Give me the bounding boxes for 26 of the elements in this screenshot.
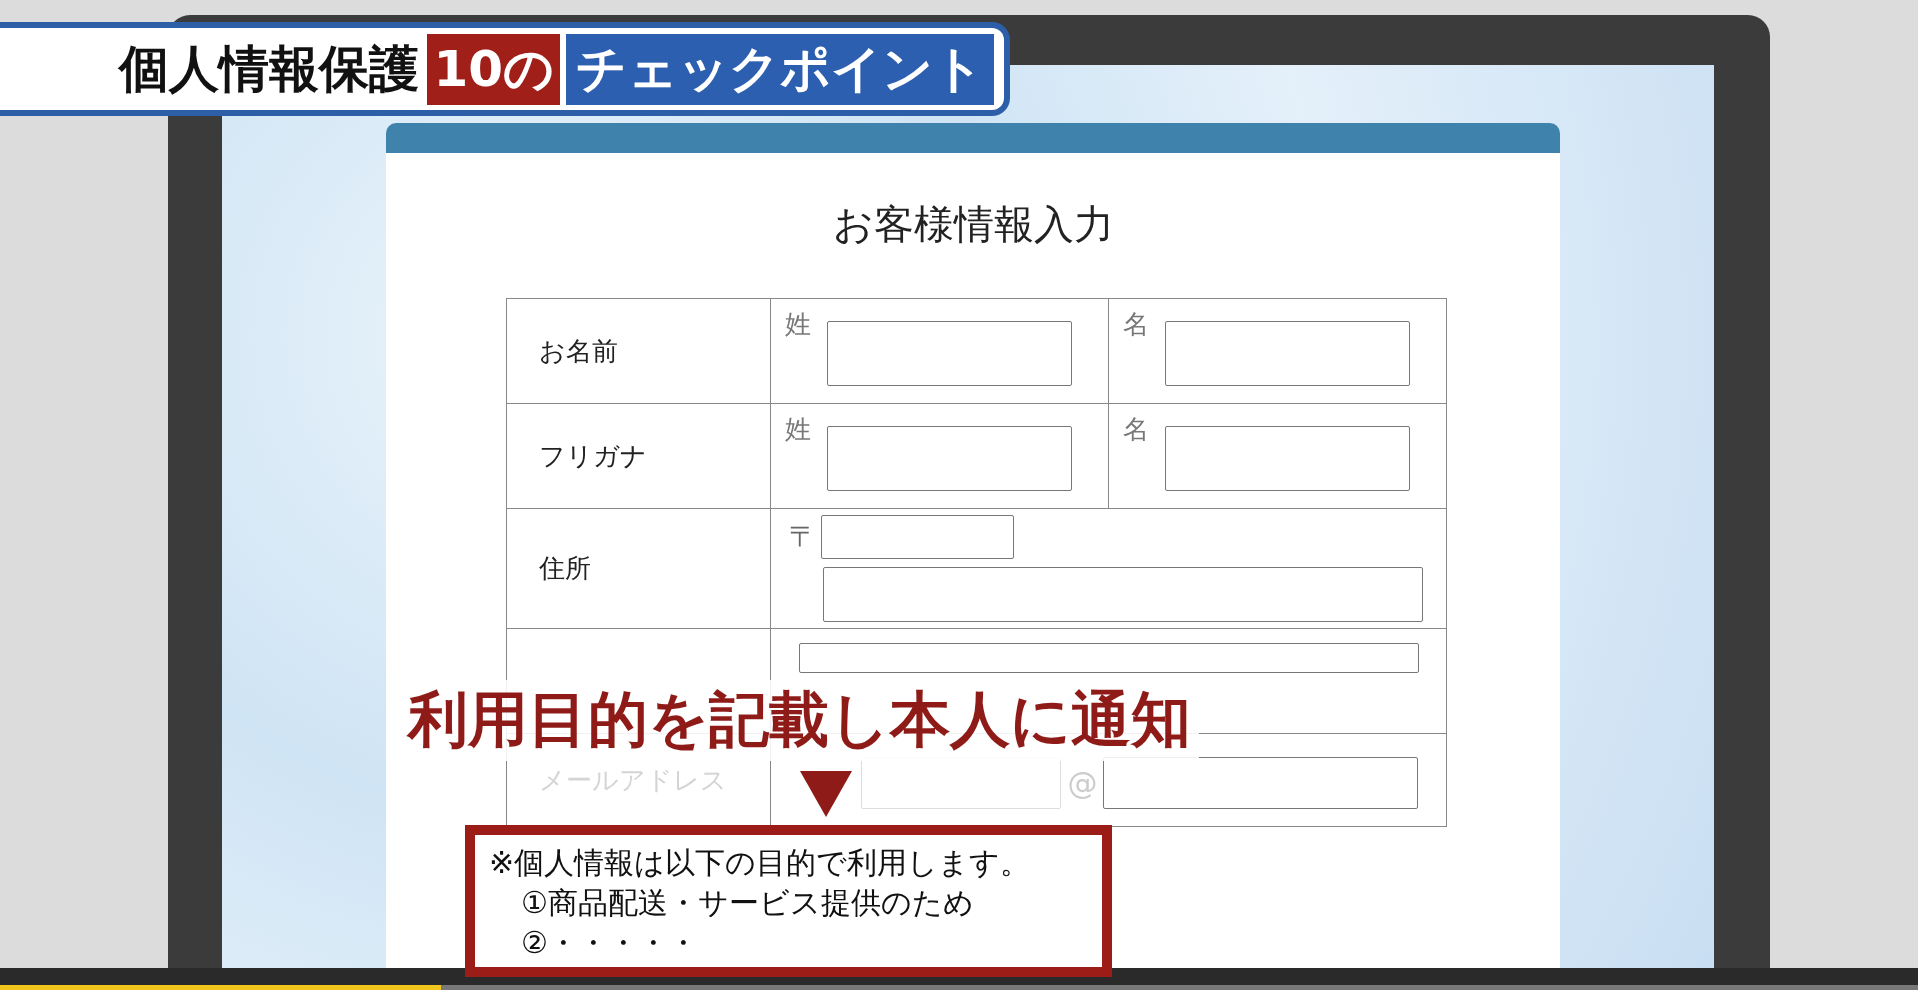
down-triangle-icon — [800, 771, 852, 817]
input-field[interactable] — [799, 643, 1420, 673]
field-caption: 姓 — [785, 308, 812, 341]
notice-text: ※個人情報は以下の目的で利用します。 — [489, 844, 1031, 882]
field-caption: 名 — [1123, 413, 1150, 446]
postal-code-field[interactable] — [821, 515, 1015, 559]
address-field[interactable] — [823, 567, 1424, 622]
banner-number: 10の — [427, 33, 560, 105]
input-field[interactable] — [827, 426, 1073, 491]
video-progress-bar[interactable] — [0, 985, 1918, 990]
field-label: フリガナ — [538, 439, 647, 473]
postal-mark: 〒 — [789, 519, 818, 555]
field-label: 住所 — [538, 552, 591, 585]
field-caption: 姓 — [785, 413, 812, 446]
banner-subtitle: チェックポイント — [566, 33, 994, 105]
notice-text: ②・・・・・ — [521, 924, 698, 962]
notice-text: ①商品配送・サービス提供のため — [521, 884, 974, 922]
field-caption: 名 — [1123, 308, 1150, 341]
field-label: お名前 — [538, 334, 618, 368]
input-field[interactable] — [1165, 321, 1411, 386]
at-sign: @ — [1067, 765, 1098, 801]
input-field[interactable] — [1165, 426, 1411, 491]
form-title: お客様情報入力 — [832, 200, 1114, 249]
input-field[interactable] — [827, 321, 1073, 386]
banner-title: 個人情報保護 — [119, 38, 420, 100]
email-domain-field[interactable] — [1103, 757, 1419, 809]
